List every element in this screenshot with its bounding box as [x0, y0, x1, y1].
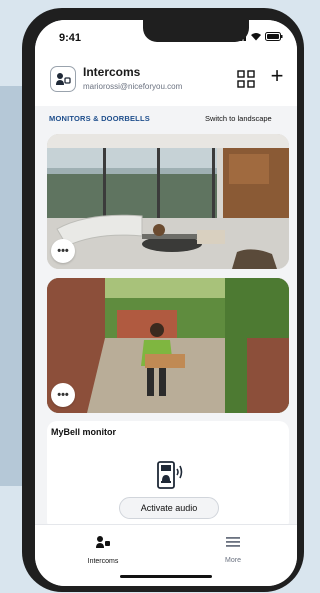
app-header: Intercoms mariorossi@niceforyou.com +: [35, 56, 297, 106]
intercom-icon: [50, 66, 76, 92]
plus-icon[interactable]: +: [267, 65, 287, 88]
doorbell-audio-icon: [157, 461, 183, 489]
wifi-icon: [251, 33, 261, 41]
activate-audio-button[interactable]: Activate audio: [119, 497, 219, 519]
menu-icon: [226, 537, 240, 547]
camera-more-button[interactable]: •••: [51, 239, 75, 263]
intercom-icon: [96, 536, 110, 548]
living-room-camera[interactable]: •••: [47, 134, 289, 269]
status-time: 9:41: [59, 32, 82, 44]
battery-icon: [265, 32, 283, 41]
front-door-camera[interactable]: •••: [47, 278, 289, 413]
tab-more[interactable]: More: [193, 535, 273, 564]
front-door-feed: [47, 278, 289, 413]
grid-icon[interactable]: [237, 70, 255, 88]
account-email: mariorossi@niceforyou.com: [83, 82, 183, 91]
camera-more-button[interactable]: •••: [51, 383, 75, 407]
phone-screen: 9:41 Intercoms mariorossi@niceforyou.com…: [35, 20, 297, 586]
mybell-title: MyBell monitor: [51, 427, 117, 437]
tab-label: More: [225, 557, 241, 564]
phone-notch: [143, 20, 249, 42]
tab-intercoms[interactable]: Intercoms: [63, 535, 143, 565]
living-room-feed: [47, 134, 289, 269]
home-indicator: [120, 575, 212, 578]
section-title: MONITORS & DOORBELLS: [49, 114, 150, 123]
mybell-card: MyBell monitor Activate audio: [47, 421, 289, 531]
tab-label: Intercoms: [87, 558, 119, 565]
switch-landscape-link[interactable]: Switch to landscape: [205, 114, 272, 123]
app-title: Intercoms: [83, 65, 141, 79]
